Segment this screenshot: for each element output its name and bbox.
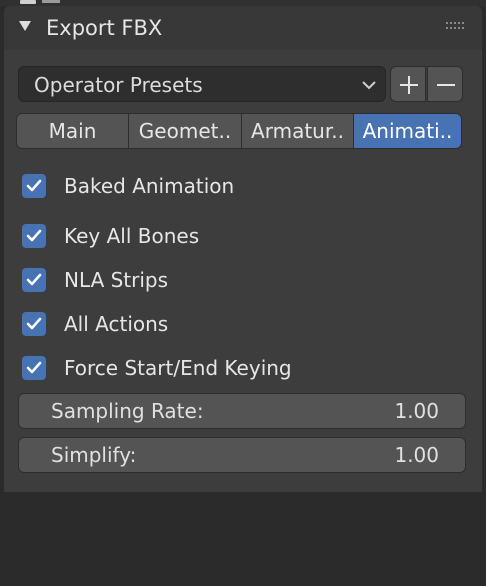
operator-presets-dropdown[interactable]: Operator Presets — [18, 66, 386, 102]
key-all-bones-label: Key All Bones — [64, 224, 200, 248]
nla-strips-checkbox[interactable] — [22, 268, 46, 292]
simplify-label: Simplify: — [51, 443, 137, 467]
minus-icon — [437, 84, 455, 86]
drag-handle-icon[interactable] — [446, 22, 468, 32]
tab-geometry[interactable]: Geomet.. — [128, 113, 242, 149]
checkmark-icon — [26, 317, 42, 330]
checkmark-icon — [26, 179, 42, 192]
tab-main[interactable]: Main — [16, 113, 129, 149]
operator-presets-label: Operator Presets — [34, 73, 203, 97]
panel-title: Export FBX — [46, 16, 163, 40]
remove-preset-button[interactable] — [427, 66, 463, 102]
key-all-bones-checkbox[interactable] — [22, 224, 46, 248]
force-start-end-keying-checkbox[interactable] — [22, 356, 46, 380]
all-actions-checkbox[interactable] — [22, 312, 46, 336]
tab-animation[interactable]: Animati.. — [353, 113, 462, 149]
panel-header[interactable]: Export FBX — [4, 6, 482, 50]
export-tabs: Main Geomet.. Armatur.. Animati.. — [16, 113, 462, 149]
chevron-down-icon — [362, 80, 376, 90]
checkmark-icon — [26, 361, 42, 374]
simplify-field[interactable]: Simplify: 1.00 — [18, 437, 466, 473]
collapse-triangle-icon[interactable] — [19, 21, 31, 31]
sampling-rate-field[interactable]: Sampling Rate: 1.00 — [18, 393, 466, 429]
baked-animation-checkbox[interactable] — [22, 174, 46, 198]
checkmark-icon — [26, 229, 42, 242]
sampling-rate-label: Sampling Rate: — [51, 399, 204, 423]
add-preset-button[interactable] — [390, 66, 426, 102]
force-start-end-keying-label: Force Start/End Keying — [64, 356, 292, 380]
tab-armature[interactable]: Armatur.. — [241, 113, 354, 149]
plus-icon — [400, 76, 418, 94]
baked-animation-label: Baked Animation — [64, 174, 235, 198]
simplify-value: 1.00 — [394, 443, 439, 467]
previous-panel-fragment-2 — [42, 0, 60, 3]
nla-strips-label: NLA Strips — [64, 268, 169, 292]
sampling-rate-value: 1.00 — [394, 399, 439, 423]
checkmark-icon — [26, 273, 42, 286]
all-actions-label: All Actions — [64, 312, 169, 336]
previous-panel-fragment — [20, 0, 36, 4]
